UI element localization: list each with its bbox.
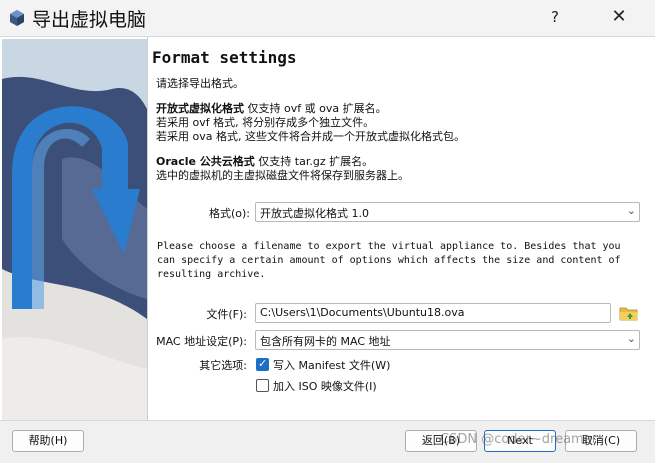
iso-checkbox[interactable] (256, 379, 269, 392)
folder-browse-icon[interactable] (619, 303, 639, 323)
mac-policy-label: MAC 地址设定(P): (156, 335, 247, 348)
oracle-line-1: 选中的虚拟机的主虚拟磁盘文件将保存到服务器上。 (156, 169, 409, 182)
format-select[interactable]: 开放式虚拟化格式 1.0 ⌄ (255, 202, 640, 222)
other-options-label: 其它选项: (199, 359, 247, 372)
chevron-down-icon: ⌄ (626, 204, 636, 217)
check-icon: ✓ (258, 357, 268, 370)
virtualbox-icon (10, 10, 24, 26)
manifest-checkbox[interactable]: ✓ (256, 357, 269, 371)
file-path-input[interactable]: C:\Users\1\Documents\Ubuntu18.ova (255, 303, 611, 323)
manifest-label[interactable]: 写入 Manifest 文件(W) (273, 357, 390, 373)
help-question-button[interactable]: ? (545, 8, 565, 26)
title-bar: 导出虚拟电脑 ? ✕ (0, 0, 655, 36)
chevron-down-icon: ⌄ (626, 332, 636, 345)
wizard-content: Format settings 请选择导出格式。 开放式虚拟化格式 仅支持 ov… (0, 36, 655, 421)
info-line-2: can specify a certain amount of options … (157, 255, 621, 266)
close-button[interactable]: ✕ (607, 6, 631, 27)
format-prompt: 请选择导出格式。 (156, 77, 244, 90)
ovf-line-2: 若采用 ova 格式, 这些文件将合并成一个开放式虚拟化格式包。 (156, 130, 465, 143)
iso-label[interactable]: 加入 ISO 映像文件(I) (273, 378, 377, 394)
divider (147, 37, 148, 421)
file-path-value: C:\Users\1\Documents\Ubuntu18.ova (260, 306, 465, 319)
page-title: Format settings (152, 48, 297, 67)
info-line-1: Please choose a filename to export the v… (157, 241, 621, 252)
mac-policy-select[interactable]: 包含所有网卡的 MAC 地址 ⌄ (255, 330, 640, 350)
export-arrow-illustration (2, 39, 147, 420)
file-label: 文件(F): (206, 308, 247, 321)
info-line-3: resulting archive. (157, 269, 266, 280)
watermark-text: CSDN @coder~dreamer (440, 432, 598, 447)
help-button[interactable]: 帮助(H) (12, 430, 84, 452)
format-label: 格式(o): (208, 207, 250, 220)
format-select-value: 开放式虚拟化格式 1.0 (260, 207, 369, 220)
window-title: 导出虚拟电脑 (32, 9, 147, 31)
mac-policy-value: 包含所有网卡的 MAC 地址 (260, 335, 391, 348)
